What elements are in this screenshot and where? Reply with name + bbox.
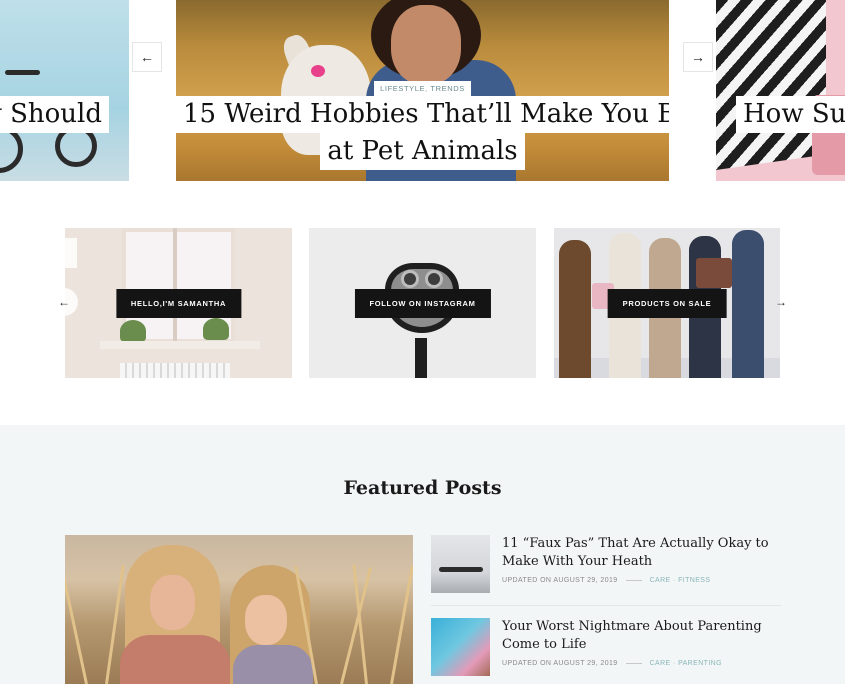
bike-image-part <box>5 70 40 75</box>
post-date: UPDATED ON AUGUST 29, 2019 <box>502 660 618 667</box>
hero-slider: ey Should LIFESTYLE, TRENDS 15 Weird Hob… <box>0 0 845 181</box>
featured-main-image[interactable] <box>65 535 413 684</box>
plant-image <box>120 320 146 342</box>
post-category-parenting[interactable]: PARENTING <box>678 660 722 667</box>
shoppers-image <box>696 258 732 288</box>
dog-image-part <box>311 65 325 77</box>
post-category-fitness[interactable]: FITNESS <box>678 577 710 584</box>
hero-slide-previous[interactable]: ey Should <box>0 0 129 181</box>
wall-art-image <box>65 238 77 268</box>
post-date: UPDATED ON AUGUST 29, 2019 <box>502 577 618 584</box>
hero-slide-title-previous[interactable]: ey Should <box>0 96 109 133</box>
hero-title-line: 15 Weird Hobbies That’ll Make You Better <box>176 96 669 133</box>
hero-slide-title[interactable]: 15 Weird Hobbies That’ll Make You Better… <box>176 96 669 170</box>
hero-next-button[interactable]: → <box>683 42 713 72</box>
category-separator: · <box>670 660 679 667</box>
category-separator: · <box>670 577 679 584</box>
post-title[interactable]: 11 “Faux Pas” That Are Actually Okay to … <box>502 535 782 571</box>
girl-image-part <box>233 645 313 684</box>
post-thumbnail[interactable] <box>431 535 490 593</box>
plank-figure-image <box>439 567 483 572</box>
mother-image-part <box>120 635 230 684</box>
post-title[interactable]: Your Worst Nightmare About Parenting Com… <box>502 618 782 654</box>
hero-slide-current[interactable]: LIFESTYLE, TRENDS 15 Weird Hobbies That’… <box>176 0 669 181</box>
arrow-left-icon: ← <box>140 49 154 65</box>
post-thumbnail[interactable] <box>431 618 490 676</box>
promo-label-about[interactable]: HELLO,I'M SAMANTHA <box>115 289 242 318</box>
post-category-care[interactable]: CARE <box>650 660 671 667</box>
arrow-right-icon: → <box>691 49 705 65</box>
category-lifestyle[interactable]: LIFESTYLE <box>380 84 425 93</box>
binocular-image <box>415 338 427 378</box>
plant-image <box>203 318 229 340</box>
featured-posts-heading: Featured Posts <box>343 477 502 499</box>
arrow-left-icon: ← <box>58 295 70 309</box>
promo-card-about[interactable]: HELLO,I'M SAMANTHA <box>65 228 292 378</box>
promo-label-sale[interactable]: PRODUCTS ON SALE <box>607 289 727 318</box>
window-sill-image <box>100 341 260 349</box>
arrow-right-icon: → <box>775 295 787 309</box>
radiator-image <box>120 363 230 378</box>
promo-label-instagram[interactable]: FOLLOW ON INSTAGRAM <box>354 289 491 318</box>
category-trends[interactable]: TRENDS <box>430 84 464 93</box>
shoppers-image <box>559 240 591 378</box>
grass-image-part <box>65 566 88 684</box>
binocular-image <box>401 270 419 288</box>
promo-card-sale[interactable]: PRODUCTS ON SALE <box>554 228 780 378</box>
hero-prev-button[interactable]: ← <box>132 42 162 72</box>
girl-image-part <box>245 595 287 645</box>
post-meta: UPDATED ON AUGUST 29, 2019 CARE · PARENTI… <box>502 660 722 667</box>
meta-divider <box>625 662 642 664</box>
post-meta: UPDATED ON AUGUST 29, 2019 CARE · FITNESS <box>502 577 710 584</box>
hero-slide-title-next[interactable]: How Succ <box>736 96 845 133</box>
shoppers-image <box>732 230 764 378</box>
window-image <box>173 228 177 346</box>
binocular-image <box>425 270 443 288</box>
hero-category-tag: LIFESTYLE, TRENDS <box>374 81 471 96</box>
promo-card-instagram[interactable]: FOLLOW ON INSTAGRAM <box>309 228 536 378</box>
meta-divider <box>625 579 642 581</box>
featured-posts-section: Featured Posts 11 “Faux Pas” That Are Ac… <box>0 425 845 684</box>
woman-image-part <box>391 5 461 85</box>
post-category-care[interactable]: CARE <box>650 577 671 584</box>
striped-object-image <box>716 0 826 170</box>
promo-carousel: HELLO,I'M SAMANTHA FOLLOW ON INSTAGRAM P… <box>0 228 845 378</box>
promo-prev-button[interactable]: ← <box>50 288 78 316</box>
post-divider <box>431 605 781 606</box>
promo-next-button[interactable]: → <box>767 288 795 316</box>
hero-categories: LIFESTYLE, TRENDS <box>176 78 669 96</box>
mother-image-part <box>150 575 195 630</box>
hero-slide-next[interactable]: How Succ <box>716 0 845 181</box>
hero-title-line: at Pet Animals <box>176 133 669 170</box>
grass-image-part <box>390 565 413 684</box>
